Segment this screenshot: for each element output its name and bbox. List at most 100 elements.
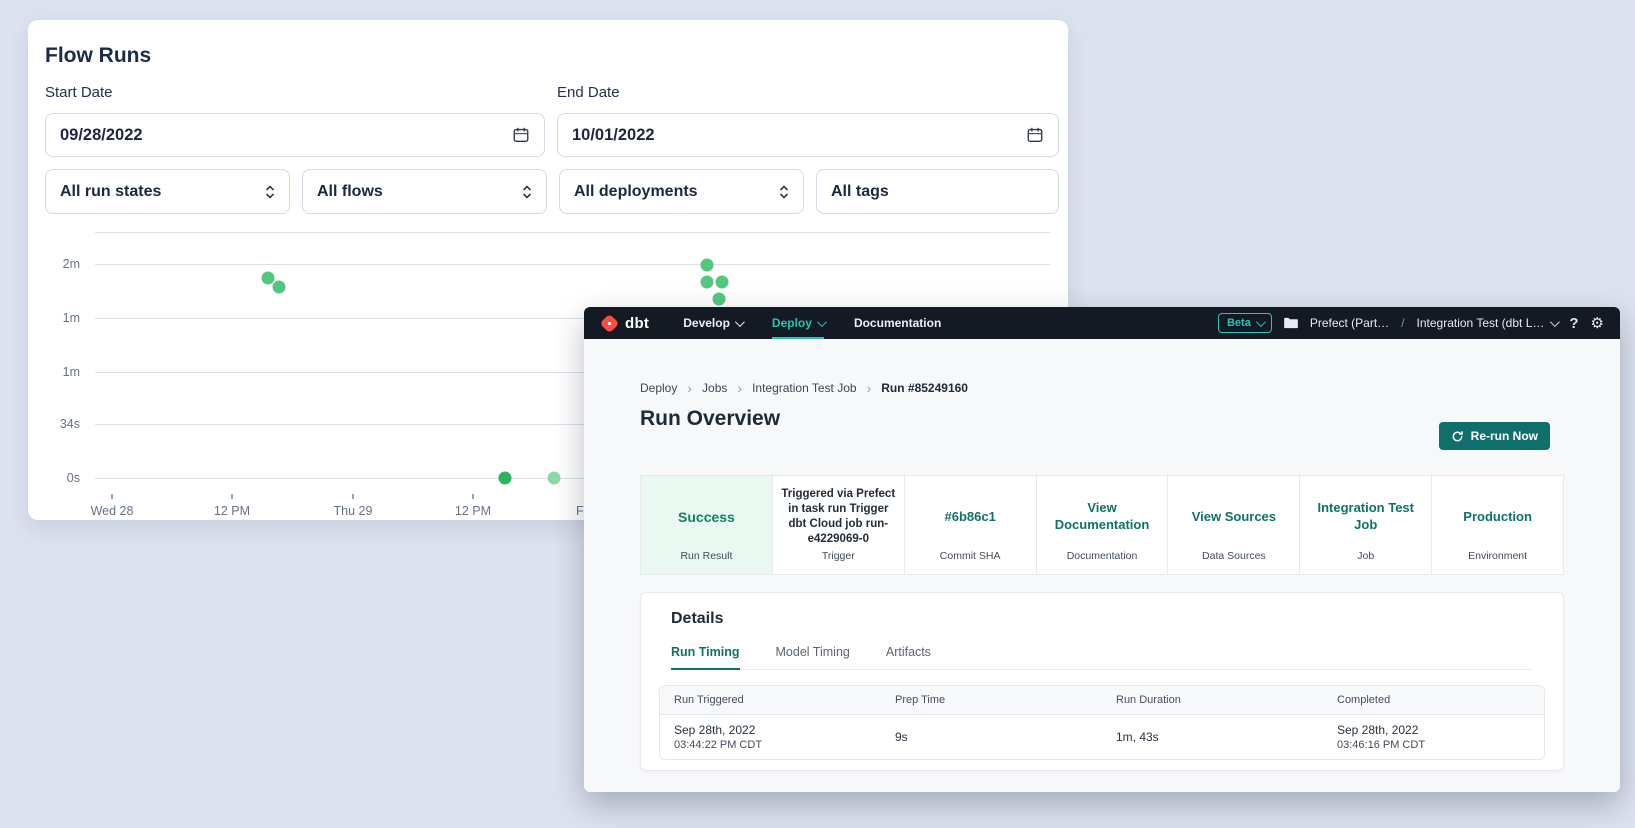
table-cell: 9s xyxy=(881,730,1102,744)
project-env-separator: / xyxy=(1401,316,1404,330)
table-cell: Sep 28th, 2022 03:46:16 PM CDT xyxy=(1323,723,1544,751)
nav-item-develop[interactable]: Develop xyxy=(683,307,742,339)
x-axis-tick-label: Thu 29 xyxy=(334,504,373,518)
status-card-label: Run Result xyxy=(649,550,764,566)
x-axis-tick-label: Wed 28 xyxy=(91,504,134,518)
breadcrumb-separator-icon: › xyxy=(737,381,742,395)
x-axis-tick-label: 12 PM xyxy=(214,504,250,518)
breadcrumb-separator-icon: › xyxy=(687,381,692,395)
dbt-nav-links: Develop Deploy Documentation xyxy=(683,307,941,339)
folder-icon xyxy=(1284,317,1298,329)
flow-run-point[interactable] xyxy=(701,259,714,272)
environment-selector[interactable]: Integration Test (dbt L… xyxy=(1417,316,1558,330)
table-header-completed: Completed xyxy=(1323,694,1544,706)
table-cell-sub: 03:46:16 PM CDT xyxy=(1337,739,1544,751)
status-card-value: Triggered via Prefect in task run Trigge… xyxy=(781,484,896,550)
nav-item-label: Develop xyxy=(683,316,730,330)
status-card-data-sources: View SourcesData Sources xyxy=(1167,476,1299,574)
dbt-nav-right: Beta Prefect (Part… / Integration Test (… xyxy=(1218,313,1604,333)
breadcrumb-item-run-85249160: Run #85249160 xyxy=(881,381,968,395)
chevron-down-icon xyxy=(1550,317,1560,327)
table-cell-main: Sep 28th, 2022 xyxy=(674,723,881,737)
flow-run-point[interactable] xyxy=(499,472,512,485)
tab-model-timing[interactable]: Model Timing xyxy=(776,645,850,670)
dbt-logo[interactable]: dbt xyxy=(600,314,649,333)
beta-badge[interactable]: Beta xyxy=(1218,313,1272,333)
table-cell-main: 9s xyxy=(895,730,1102,744)
flow-run-point[interactable] xyxy=(716,276,729,289)
project-selector[interactable]: Prefect (Part… xyxy=(1310,316,1389,330)
status-card-value[interactable]: #6b86c1 xyxy=(913,484,1028,550)
table-body: Sep 28th, 202203:44:22 PM CDT9s1m, 43sSe… xyxy=(660,715,1544,759)
status-card-label: Commit SHA xyxy=(913,550,1028,566)
chevron-down-icon xyxy=(735,317,745,327)
y-axis-tick-label: 1m xyxy=(28,365,80,379)
flow-run-point[interactable] xyxy=(701,276,714,289)
flow-run-point[interactable] xyxy=(713,293,726,306)
status-card-value[interactable]: Production xyxy=(1440,484,1555,550)
table-row: Sep 28th, 202203:44:22 PM CDT9s1m, 43sSe… xyxy=(660,715,1544,759)
status-card-value[interactable]: View Sources xyxy=(1176,484,1291,550)
status-card-environment: ProductionEnvironment xyxy=(1431,476,1563,574)
status-card-label: Job xyxy=(1308,550,1423,566)
table-header-row: Run TriggeredPrep TimeRun DurationComple… xyxy=(660,686,1544,715)
chevron-down-icon xyxy=(817,317,827,327)
nav-item-documentation[interactable]: Documentation xyxy=(854,307,941,339)
run-timing-table: Run TriggeredPrep TimeRun DurationComple… xyxy=(659,685,1545,760)
rerun-now-label: Re-run Now xyxy=(1471,429,1538,443)
x-axis-tick-mark xyxy=(472,494,474,499)
chevron-down-icon xyxy=(1256,317,1266,327)
run-status-cards: SuccessRun ResultTriggered via Prefect i… xyxy=(640,475,1564,575)
nav-item-label: Documentation xyxy=(854,316,941,330)
chart-gridline xyxy=(95,264,1050,265)
dbt-navbar: dbt Develop Deploy Documentation Beta Pref… xyxy=(584,307,1620,339)
help-icon[interactable]: ? xyxy=(1569,316,1578,331)
page-title: Run Overview xyxy=(640,407,780,431)
nav-item-deploy[interactable]: Deploy xyxy=(772,307,824,339)
status-card-value: Success xyxy=(649,484,764,550)
table-cell: Sep 28th, 2022 03:44:22 PM CDT xyxy=(660,723,881,751)
y-axis-tick-label: 2m xyxy=(28,257,80,271)
table-cell: 1m, 43s xyxy=(1102,730,1323,744)
details-card: Details Run TimingModel TimingArtifacts … xyxy=(640,592,1564,771)
gear-icon[interactable]: ⚙ xyxy=(1591,316,1604,331)
status-card-documentation: View DocumentationDocumentation xyxy=(1036,476,1168,574)
x-axis-tick-mark xyxy=(111,494,113,499)
status-card-value[interactable]: Integration Test Job xyxy=(1308,484,1423,550)
x-axis-tick-mark xyxy=(352,494,354,499)
breadcrumb-item-deploy[interactable]: Deploy xyxy=(640,381,677,395)
status-card-label: Trigger xyxy=(781,550,896,566)
status-card-value[interactable]: View Documentation xyxy=(1045,484,1160,550)
status-card-job: Integration Test JobJob xyxy=(1299,476,1431,574)
table-cell-sub: 03:44:22 PM CDT xyxy=(674,739,881,751)
status-card-label: Data Sources xyxy=(1176,550,1291,566)
details-title: Details xyxy=(671,610,1533,628)
details-tabs: Run Timing Model Timing Artifacts xyxy=(671,645,1533,670)
table-header-run-duration: Run Duration xyxy=(1102,694,1323,706)
breadcrumb-item-jobs[interactable]: Jobs xyxy=(702,381,727,395)
breadcrumb-separator-icon: › xyxy=(867,381,872,395)
breadcrumb: Deploy › Jobs › Integration Test Job › Run #85… xyxy=(640,381,968,395)
nav-item-label: Deploy xyxy=(772,316,812,330)
table-header-run-triggered: Run Triggered xyxy=(660,694,881,706)
flow-run-point[interactable] xyxy=(273,281,286,294)
status-card-commit-sha: #6b86c1Commit SHA xyxy=(904,476,1036,574)
refresh-icon xyxy=(1451,430,1464,443)
status-card-trigger: Triggered via Prefect in task run Trigge… xyxy=(772,476,904,574)
table-header-prep-time: Prep Time xyxy=(881,694,1102,706)
status-card-run-result: SuccessRun Result xyxy=(641,476,772,574)
x-axis-tick-label: 12 PM xyxy=(455,504,491,518)
environment-selector-label: Integration Test (dbt L… xyxy=(1417,316,1545,330)
chart-gridline xyxy=(95,232,1050,233)
y-axis-tick-label: 1m xyxy=(28,311,80,325)
dbt-cloud-window: dbt Develop Deploy Documentation Beta Pref… xyxy=(584,307,1620,792)
tab-run-timing[interactable]: Run Timing xyxy=(671,645,740,670)
rerun-now-button[interactable]: Re-run Now xyxy=(1439,422,1550,450)
x-axis-tick-mark xyxy=(231,494,233,499)
table-cell-main: 1m, 43s xyxy=(1116,730,1323,744)
flow-run-point[interactable] xyxy=(548,472,561,485)
breadcrumb-item-integration-test-job[interactable]: Integration Test Job xyxy=(752,381,857,395)
tab-artifacts[interactable]: Artifacts xyxy=(886,645,931,670)
table-cell-main: Sep 28th, 2022 xyxy=(1337,723,1544,737)
y-axis-tick-label: 0s xyxy=(28,471,80,485)
